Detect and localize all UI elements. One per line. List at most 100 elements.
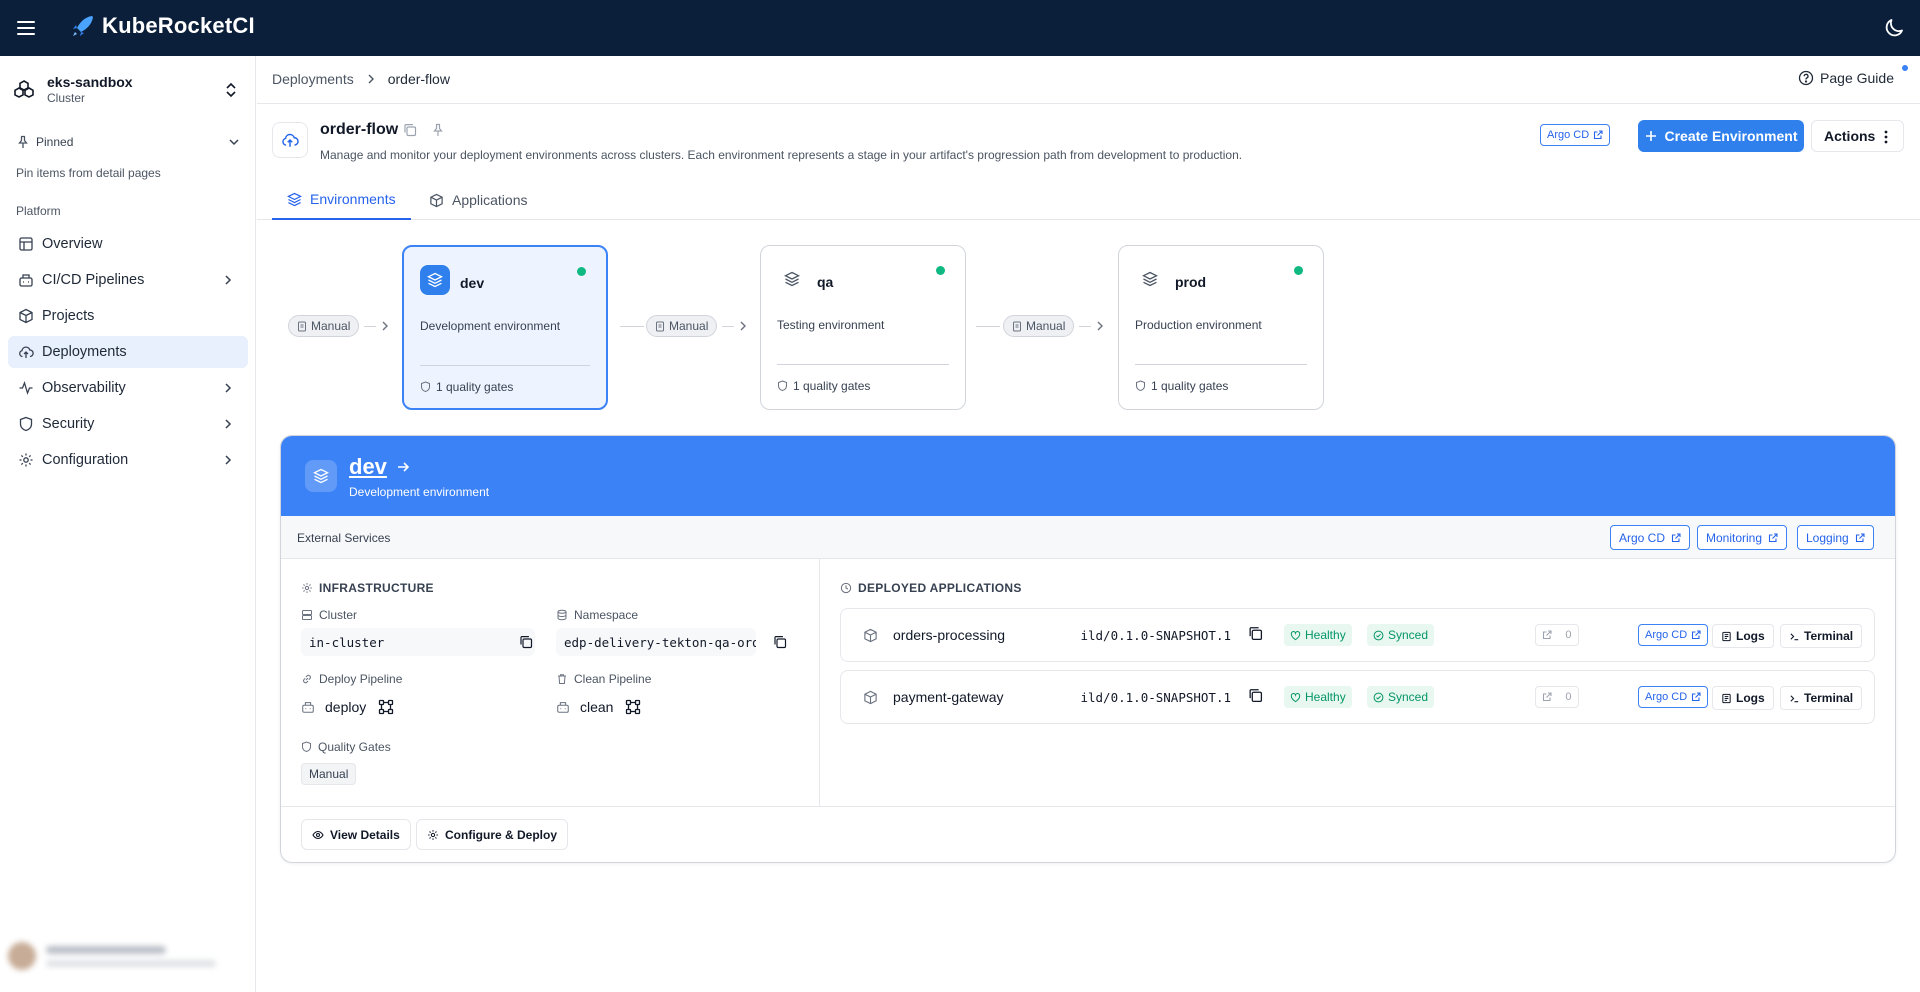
- health-label: Healthy: [1305, 690, 1346, 704]
- create-environment-label: Create Environment: [1664, 128, 1798, 144]
- arrow-right-icon[interactable]: [396, 460, 410, 474]
- sidebar-item-observability[interactable]: Observability: [8, 372, 248, 404]
- logging-link[interactable]: Logging: [1797, 525, 1874, 550]
- pipeline-connector: [1079, 326, 1091, 327]
- sidebar-item-configuration[interactable]: Configuration: [8, 444, 248, 476]
- sidebar-item-overview[interactable]: Overview: [8, 228, 248, 260]
- graph-icon[interactable]: [625, 699, 641, 715]
- pipeline-icon: [18, 272, 34, 288]
- application-version: ild/0.1.0-SNAPSHOT.1: [1081, 628, 1231, 643]
- quality-gate-chip: Manual: [301, 763, 357, 785]
- application-name[interactable]: payment-gateway: [893, 689, 1004, 705]
- sidebar-item-cicd-pipelines[interactable]: CI/CD Pipelines: [8, 264, 248, 296]
- tab-environments[interactable]: Environments: [272, 180, 411, 220]
- external-links-count[interactable]: 0: [1535, 624, 1579, 646]
- pipeline-name[interactable]: deploy: [325, 699, 366, 715]
- quality-gates-label: 1 quality gates: [436, 380, 514, 394]
- copy-icon[interactable]: [403, 123, 417, 137]
- heart-icon: [1290, 692, 1301, 703]
- quality-gates-label: Quality Gates: [301, 740, 391, 754]
- env-card-prod[interactable]: prod Production environment 1 quality ga…: [1118, 245, 1324, 410]
- actions-button[interactable]: Actions: [1811, 120, 1904, 152]
- pinned-label: Pinned: [36, 135, 74, 149]
- logs-label: Logs: [1736, 629, 1765, 643]
- count: 0: [1565, 629, 1572, 641]
- external-link-icon: [1691, 630, 1701, 640]
- database-icon: [556, 609, 568, 621]
- argocd-app-link[interactable]: Argo CD: [1638, 624, 1709, 646]
- field-label: Namespace: [574, 608, 639, 622]
- copy-icon[interactable]: [1248, 626, 1263, 641]
- tab-applications[interactable]: Applications: [429, 180, 528, 220]
- status-dot: [1294, 266, 1303, 275]
- monitoring-link[interactable]: Monitoring: [1697, 525, 1788, 550]
- environment-title-link[interactable]: dev: [349, 454, 387, 480]
- breadcrumb-deployments[interactable]: Deployments: [272, 71, 354, 87]
- cluster-type: Cluster: [47, 91, 86, 105]
- terminal-button[interactable]: Terminal: [1780, 624, 1863, 648]
- shield-icon: [420, 381, 431, 393]
- logs-button[interactable]: Logs: [1712, 624, 1774, 648]
- argocd-app-link[interactable]: Argo CD: [1638, 686, 1709, 708]
- env-card-dev[interactable]: dev Development environment 1 quality ga…: [402, 245, 608, 410]
- copy-icon[interactable]: [1248, 688, 1263, 703]
- cluster-value: in-cluster: [301, 628, 535, 656]
- pipeline-name[interactable]: clean: [580, 699, 613, 715]
- layers-icon: [420, 265, 450, 295]
- box-icon: [429, 193, 444, 208]
- gear-icon: [18, 452, 34, 468]
- view-details-button[interactable]: View Details: [301, 819, 411, 850]
- deployed-apps-title: DEPLOYED APPLICATIONS: [840, 581, 1022, 595]
- env-description: Production environment: [1135, 318, 1262, 332]
- file-icon: [297, 321, 307, 332]
- argocd-link[interactable]: Argo CD: [1610, 525, 1691, 550]
- argocd-link[interactable]: Argo CD: [1540, 124, 1611, 146]
- quality-gates-count: 1 quality gates: [777, 379, 870, 393]
- brand-logo[interactable]: KubeRocketCI: [70, 13, 255, 39]
- manual-label: Manual: [669, 319, 709, 333]
- pipeline-connector: [976, 326, 1000, 327]
- copy-icon[interactable]: [519, 635, 533, 649]
- env-card-qa[interactable]: qa Testing environment 1 quality gates: [760, 245, 966, 410]
- field-label: Quality Gates: [318, 740, 391, 754]
- sidebar-item-label: Observability: [42, 380, 126, 396]
- page-guide-button[interactable]: Page Guide: [1798, 70, 1894, 86]
- breadcrumb-current: order-flow: [387, 71, 450, 87]
- logs-button[interactable]: Logs: [1712, 686, 1774, 710]
- shield-icon: [1135, 380, 1146, 392]
- view-details-label: View Details: [330, 827, 400, 842]
- sidebar-item-deployments[interactable]: Deployments: [8, 336, 248, 368]
- configure-deploy-button[interactable]: Configure & Deploy: [416, 819, 569, 850]
- cluster-switcher[interactable]: eks-sandbox Cluster: [12, 70, 244, 110]
- create-environment-button[interactable]: Create Environment: [1638, 120, 1804, 152]
- link-icon: [301, 673, 313, 685]
- pin-icon[interactable]: [431, 123, 445, 137]
- application-name[interactable]: orders-processing: [893, 627, 1005, 643]
- pinned-toggle[interactable]: Pinned: [16, 135, 240, 149]
- layers-icon: [1135, 264, 1165, 294]
- settings-icon: [301, 582, 313, 594]
- application-row: payment-gateway ild/0.1.0-SNAPSHOT.1 Hea…: [840, 670, 1875, 724]
- moon-icon[interactable]: [1882, 16, 1906, 40]
- menu-icon[interactable]: [14, 16, 38, 40]
- graph-icon[interactable]: [378, 699, 394, 715]
- external-services-label: External Services: [297, 531, 391, 545]
- copy-icon[interactable]: [773, 635, 787, 649]
- chevron-right-icon: [222, 417, 234, 431]
- external-links-count[interactable]: 0: [1535, 686, 1579, 708]
- sidebar-item-projects[interactable]: Projects: [8, 300, 248, 332]
- health-badge: Healthy: [1284, 686, 1352, 708]
- server-icon: [301, 609, 313, 621]
- pipeline-connector: [364, 326, 376, 327]
- argocd-label: Argo CD: [1547, 129, 1590, 141]
- sidebar-item-security[interactable]: Security: [8, 408, 248, 440]
- chevron-right-icon: [222, 453, 234, 467]
- health-label: Healthy: [1305, 628, 1346, 642]
- quality-gates-label: 1 quality gates: [1151, 379, 1229, 393]
- page-description: Manage and monitor your deployment envir…: [320, 148, 1243, 162]
- sidebar: eks-sandbox Cluster Pinned Pin items fro…: [0, 56, 256, 992]
- quality-gates-label: 1 quality gates: [793, 379, 871, 393]
- user-profile[interactable]: [8, 936, 240, 976]
- terminal-button[interactable]: Terminal: [1780, 686, 1863, 710]
- external-link-icon: [1768, 532, 1778, 543]
